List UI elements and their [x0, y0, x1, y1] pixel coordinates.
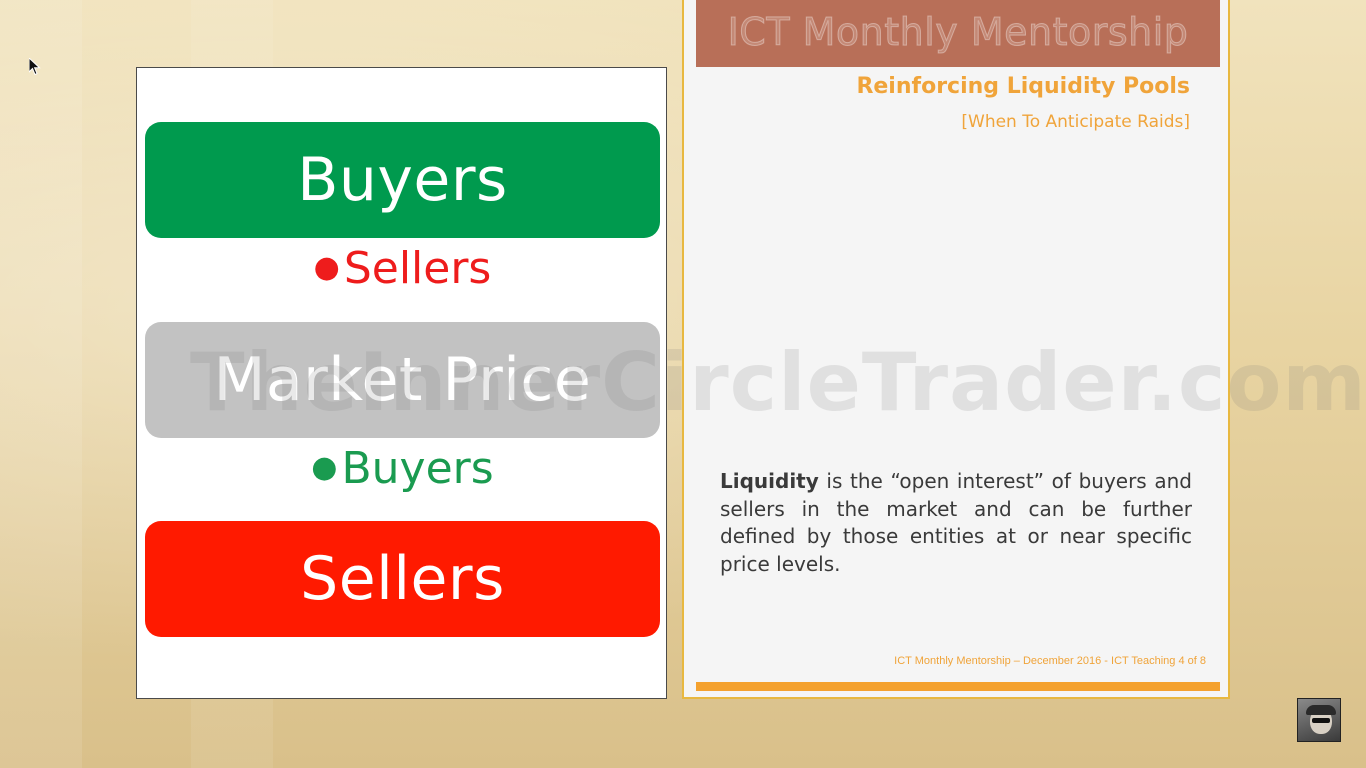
left-slide: Buyers ●Sellers Market Price ●Buyers Sel… [136, 67, 667, 699]
sellers-bullet-label: Sellers [343, 243, 492, 294]
avatar-glasses [1312, 718, 1330, 723]
bullet-dot-icon: ● [311, 450, 338, 485]
market-price-box: Market Price [145, 322, 660, 438]
buyers-box: Buyers [145, 122, 660, 238]
slide-footer: ICT Monthly Mentorship – December 2016 -… [894, 655, 1206, 667]
market-price-label: Market Price [213, 345, 592, 415]
slide-subtitle-bracket: [When To Anticipate Raids] [961, 112, 1190, 132]
bullet-dot-icon: ● [313, 250, 340, 285]
slide-header-title: ICT Monthly Mentorship [727, 9, 1189, 54]
slide-subtitle: Reinforcing Liquidity Pools [856, 74, 1190, 99]
header-band: ICT Monthly Mentorship [696, 0, 1220, 67]
mouse-pointer-icon [29, 58, 41, 76]
buyers-bullet-label: Buyers [341, 443, 494, 494]
sellers-box-label: Sellers [300, 544, 505, 614]
sellers-bullet: ●Sellers [137, 243, 668, 294]
buyers-bullet: ●Buyers [137, 443, 668, 494]
right-slide: ICT Monthly Mentorship Reinforcing Liqui… [682, 0, 1230, 699]
avatar-hat [1306, 705, 1336, 715]
video-frame: Buyers ●Sellers Market Price ●Buyers Sel… [0, 0, 1366, 768]
liquidity-paragraph: Liquidity is the “open interest” of buye… [720, 468, 1192, 578]
footer-bar [696, 682, 1220, 691]
para-bold-term: Liquidity [720, 469, 819, 493]
presenter-avatar [1297, 698, 1341, 742]
buyers-box-label: Buyers [297, 145, 508, 215]
sellers-box: Sellers [145, 521, 660, 637]
